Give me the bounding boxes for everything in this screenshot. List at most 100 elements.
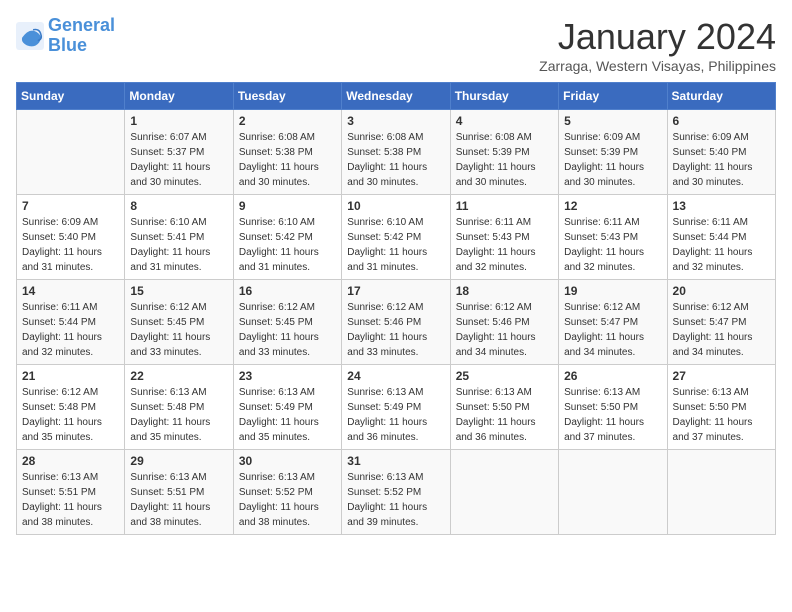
day-number: 9: [239, 199, 336, 213]
day-info: Sunrise: 6:13 AM Sunset: 5:50 PM Dayligh…: [564, 385, 661, 445]
calendar-cell: 24 Sunrise: 6:13 AM Sunset: 5:49 PM Dayli…: [342, 365, 450, 450]
day-number: 1: [130, 114, 227, 128]
day-info: Sunrise: 6:09 AM Sunset: 5:40 PM Dayligh…: [673, 130, 770, 190]
day-info: Sunrise: 6:10 AM Sunset: 5:42 PM Dayligh…: [239, 215, 336, 275]
logo-icon: [16, 22, 44, 50]
day-number: 5: [564, 114, 661, 128]
day-info: Sunrise: 6:10 AM Sunset: 5:41 PM Dayligh…: [130, 215, 227, 275]
calendar-cell: 4 Sunrise: 6:08 AM Sunset: 5:39 PM Daylig…: [450, 110, 558, 195]
logo-line1: General: [48, 15, 115, 35]
day-info: Sunrise: 6:13 AM Sunset: 5:52 PM Dayligh…: [347, 470, 444, 530]
calendar-cell: [450, 450, 558, 535]
calendar-cell: 20Sunrise: 6:12 AM Sunset: 5:47 PM Dayli…: [667, 280, 775, 365]
calendar-cell: 30 Sunrise: 6:13 AM Sunset: 5:52 PM Dayli…: [233, 450, 341, 535]
calendar-week-1: 1 Sunrise: 6:07 AM Sunset: 5:37 PM Daylig…: [17, 110, 776, 195]
day-number: 25: [456, 369, 553, 383]
day-info: Sunrise: 6:11 AM Sunset: 5:44 PM Dayligh…: [22, 300, 119, 360]
day-number: 11: [456, 199, 553, 213]
day-info: Sunrise: 6:13 AM Sunset: 5:48 PM Dayligh…: [130, 385, 227, 445]
day-info: Sunrise: 6:12 AM Sunset: 5:46 PM Dayligh…: [347, 300, 444, 360]
day-info: Sunrise: 6:13 AM Sunset: 5:50 PM Dayligh…: [456, 385, 553, 445]
calendar-cell: 29 Sunrise: 6:13 AM Sunset: 5:51 PM Dayli…: [125, 450, 233, 535]
day-info: Sunrise: 6:12 AM Sunset: 5:47 PM Dayligh…: [673, 300, 770, 360]
day-number: 30: [239, 454, 336, 468]
calendar-cell: 28 Sunrise: 6:13 AM Sunset: 5:51 PM Dayli…: [17, 450, 125, 535]
day-info: Sunrise: 6:13 AM Sunset: 5:50 PM Dayligh…: [673, 385, 770, 445]
header-thursday: Thursday: [450, 83, 558, 110]
calendar-cell: 25 Sunrise: 6:13 AM Sunset: 5:50 PM Dayli…: [450, 365, 558, 450]
header-monday: Monday: [125, 83, 233, 110]
day-number: 23: [239, 369, 336, 383]
month-title: January 2024: [539, 16, 776, 58]
location-subtitle: Zarraga, Western Visayas, Philippines: [539, 58, 776, 74]
header-saturday: Saturday: [667, 83, 775, 110]
calendar-cell: [667, 450, 775, 535]
calendar-week-5: 28 Sunrise: 6:13 AM Sunset: 5:51 PM Dayli…: [17, 450, 776, 535]
day-number: 2: [239, 114, 336, 128]
day-number: 28: [22, 454, 119, 468]
header-wednesday: Wednesday: [342, 83, 450, 110]
calendar-cell: 12Sunrise: 6:11 AM Sunset: 5:43 PM Dayli…: [559, 195, 667, 280]
day-number: 10: [347, 199, 444, 213]
day-number: 3: [347, 114, 444, 128]
day-number: 17: [347, 284, 444, 298]
calendar-table: SundayMondayTuesdayWednesdayThursdayFrid…: [16, 82, 776, 535]
day-number: 24: [347, 369, 444, 383]
title-block: January 2024 Zarraga, Western Visayas, P…: [539, 16, 776, 74]
day-info: Sunrise: 6:13 AM Sunset: 5:51 PM Dayligh…: [22, 470, 119, 530]
header-sunday: Sunday: [17, 83, 125, 110]
day-number: 19: [564, 284, 661, 298]
day-number: 13: [673, 199, 770, 213]
day-number: 4: [456, 114, 553, 128]
day-info: Sunrise: 6:13 AM Sunset: 5:52 PM Dayligh…: [239, 470, 336, 530]
calendar-cell: 7 Sunrise: 6:09 AM Sunset: 5:40 PM Daylig…: [17, 195, 125, 280]
calendar-week-2: 7 Sunrise: 6:09 AM Sunset: 5:40 PM Daylig…: [17, 195, 776, 280]
day-info: Sunrise: 6:10 AM Sunset: 5:42 PM Dayligh…: [347, 215, 444, 275]
calendar-cell: 5 Sunrise: 6:09 AM Sunset: 5:39 PM Daylig…: [559, 110, 667, 195]
calendar-header-row: SundayMondayTuesdayWednesdayThursdayFrid…: [17, 83, 776, 110]
day-info: Sunrise: 6:11 AM Sunset: 5:44 PM Dayligh…: [673, 215, 770, 275]
calendar-cell: 3 Sunrise: 6:08 AM Sunset: 5:38 PM Daylig…: [342, 110, 450, 195]
day-info: Sunrise: 6:08 AM Sunset: 5:39 PM Dayligh…: [456, 130, 553, 190]
calendar-cell: 31Sunrise: 6:13 AM Sunset: 5:52 PM Dayli…: [342, 450, 450, 535]
calendar-cell: 26 Sunrise: 6:13 AM Sunset: 5:50 PM Dayli…: [559, 365, 667, 450]
calendar-cell: 23 Sunrise: 6:13 AM Sunset: 5:49 PM Dayli…: [233, 365, 341, 450]
calendar-cell: 22 Sunrise: 6:13 AM Sunset: 5:48 PM Dayli…: [125, 365, 233, 450]
calendar-cell: 8 Sunrise: 6:10 AM Sunset: 5:41 PM Daylig…: [125, 195, 233, 280]
day-info: Sunrise: 6:08 AM Sunset: 5:38 PM Dayligh…: [347, 130, 444, 190]
day-number: 8: [130, 199, 227, 213]
calendar-cell: 6 Sunrise: 6:09 AM Sunset: 5:40 PM Daylig…: [667, 110, 775, 195]
day-info: Sunrise: 6:11 AM Sunset: 5:43 PM Dayligh…: [456, 215, 553, 275]
day-number: 22: [130, 369, 227, 383]
logo-text: General Blue: [48, 16, 115, 56]
day-info: Sunrise: 6:07 AM Sunset: 5:37 PM Dayligh…: [130, 130, 227, 190]
day-info: Sunrise: 6:12 AM Sunset: 5:46 PM Dayligh…: [456, 300, 553, 360]
calendar-cell: 11 Sunrise: 6:11 AM Sunset: 5:43 PM Dayli…: [450, 195, 558, 280]
calendar-cell: 14 Sunrise: 6:11 AM Sunset: 5:44 PM Dayli…: [17, 280, 125, 365]
day-number: 29: [130, 454, 227, 468]
calendar-cell: [559, 450, 667, 535]
day-number: 6: [673, 114, 770, 128]
day-info: Sunrise: 6:13 AM Sunset: 5:51 PM Dayligh…: [130, 470, 227, 530]
day-number: 16: [239, 284, 336, 298]
day-info: Sunrise: 6:12 AM Sunset: 5:47 PM Dayligh…: [564, 300, 661, 360]
day-number: 15: [130, 284, 227, 298]
calendar-cell: 17 Sunrise: 6:12 AM Sunset: 5:46 PM Dayli…: [342, 280, 450, 365]
day-number: 7: [22, 199, 119, 213]
calendar-cell: 21Sunrise: 6:12 AM Sunset: 5:48 PM Dayli…: [17, 365, 125, 450]
day-info: Sunrise: 6:13 AM Sunset: 5:49 PM Dayligh…: [239, 385, 336, 445]
calendar-cell: 18Sunrise: 6:12 AM Sunset: 5:46 PM Dayli…: [450, 280, 558, 365]
day-info: Sunrise: 6:13 AM Sunset: 5:49 PM Dayligh…: [347, 385, 444, 445]
day-info: Sunrise: 6:11 AM Sunset: 5:43 PM Dayligh…: [564, 215, 661, 275]
calendar-cell: 27Sunrise: 6:13 AM Sunset: 5:50 PM Dayli…: [667, 365, 775, 450]
day-number: 14: [22, 284, 119, 298]
logo: General Blue: [16, 16, 115, 56]
calendar-cell: 15Sunrise: 6:12 AM Sunset: 5:45 PM Dayli…: [125, 280, 233, 365]
calendar-cell: [17, 110, 125, 195]
day-info: Sunrise: 6:09 AM Sunset: 5:39 PM Dayligh…: [564, 130, 661, 190]
day-number: 26: [564, 369, 661, 383]
day-info: Sunrise: 6:09 AM Sunset: 5:40 PM Dayligh…: [22, 215, 119, 275]
calendar-cell: 1 Sunrise: 6:07 AM Sunset: 5:37 PM Daylig…: [125, 110, 233, 195]
calendar-cell: 13 Sunrise: 6:11 AM Sunset: 5:44 PM Dayli…: [667, 195, 775, 280]
calendar-week-4: 21Sunrise: 6:12 AM Sunset: 5:48 PM Dayli…: [17, 365, 776, 450]
